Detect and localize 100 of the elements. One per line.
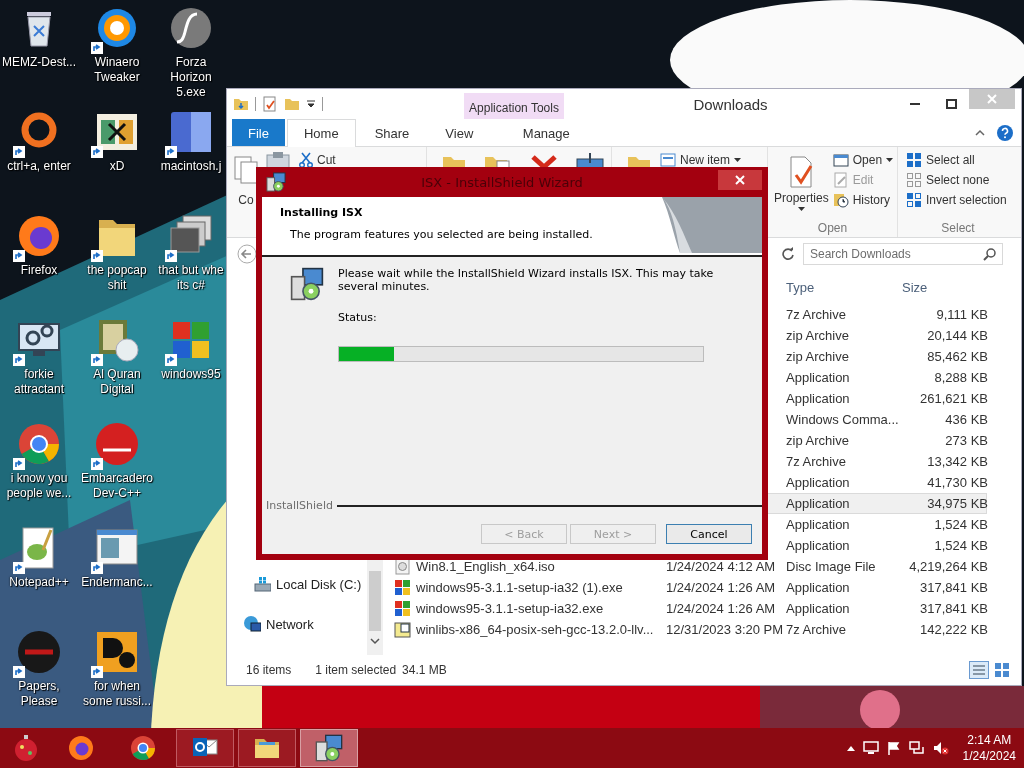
column-header[interactable]: Size (902, 279, 988, 295)
size-cell-text: 317,841 KB (919, 580, 988, 595)
icon-label[interactable]: MEMZ-Dest... (2, 55, 76, 70)
icon-label[interactable]: Forza Horizon 5.exe (156, 55, 226, 100)
ribbon-tab[interactable]: View (428, 119, 491, 146)
item-count: 16 items (246, 663, 292, 677)
taskbar-button[interactable] (176, 729, 234, 767)
windows-flag-icon (394, 579, 411, 596)
circle-icon[interactable] (93, 420, 141, 468)
type-cell-text: Application (786, 580, 851, 595)
icon-label[interactable]: Embarcadero Dev-C++ (79, 471, 155, 501)
clock[interactable]: 2:14 AM 1/24/2024 (962, 732, 1016, 764)
contextual-tab-header: Application Tools (464, 93, 564, 119)
caret-icon (797, 207, 805, 211)
speaker-muted-icon[interactable] (932, 741, 949, 755)
icon-label[interactable]: Al Quran Digital (79, 367, 155, 397)
browser-icon (129, 734, 157, 762)
size-cell-text: 41,730 KB (926, 475, 988, 490)
new-item-icon (660, 152, 676, 168)
cut-button[interactable]: Cut (297, 151, 338, 169)
ribbon-tab[interactable]: File (232, 119, 285, 146)
ribbon-tab[interactable]: Manage (496, 119, 597, 146)
type-cell-text: Application (786, 538, 851, 553)
icon-label[interactable]: forkie attractant (1, 367, 77, 397)
properties-icon[interactable] (262, 96, 278, 112)
ribbon-button[interactable]: Open (830, 151, 896, 169)
icon-label[interactable]: xD (109, 159, 125, 174)
dialog-button[interactable]: Cancel (666, 524, 752, 544)
icon-label[interactable]: macintosh.j (160, 159, 222, 174)
setup-icon (315, 734, 343, 762)
flag-icon[interactable] (886, 741, 901, 755)
refresh-icon[interactable] (781, 247, 795, 261)
dropdown-icon[interactable] (306, 99, 316, 109)
pencil-icon (832, 172, 849, 188)
icon-label[interactable]: that but whe its c# (156, 263, 226, 293)
file-row[interactable]: winlibs-x86_64-posix-seh-gcc-13.2.0-llv... 12/31/2023 3:20 PM 7z Archive 142,222 KB (393, 619, 987, 640)
type-cell-text: Application (786, 475, 851, 490)
search-icon[interactable] (983, 248, 996, 261)
column-header[interactable]: Type (786, 279, 902, 295)
taskbar-button[interactable] (300, 729, 358, 767)
network-icon[interactable] (243, 615, 261, 633)
windows-flag-icon (394, 600, 411, 617)
archive-icon (394, 621, 411, 638)
properties-button[interactable]: Properties (774, 155, 829, 211)
circle-icon[interactable] (15, 628, 63, 676)
scroll-down-icon[interactable] (370, 637, 380, 645)
ribbon-button[interactable]: Invert selection (904, 191, 1009, 209)
search-field[interactable]: Search Downloads (803, 243, 1003, 265)
drive-icon[interactable] (253, 575, 271, 593)
icon-label[interactable]: Firefox (20, 263, 58, 278)
close-icon (735, 175, 745, 185)
file-name[interactable]: winlibs-x86_64-posix-seh-gcc-13.2.0-llv... (416, 622, 666, 637)
back-icon[interactable] (237, 244, 257, 264)
icon-label[interactable]: windows95 (161, 367, 221, 382)
ornament-icon (12, 734, 40, 762)
network-icon[interactable] (908, 741, 925, 755)
globe-icon (67, 734, 95, 762)
ribbon-button[interactable]: History (830, 191, 896, 209)
icon-label[interactable]: Papers, Please (1, 679, 77, 709)
minimize-icon (910, 103, 920, 105)
type-cell-text: zip Archive (786, 328, 850, 343)
file-row[interactable]: windows95-3.1.1-setup-ia32 (1).exe 1/24/2024 1:26 AM Application 317,841 KB (393, 577, 987, 598)
ribbon-tab[interactable]: Home (286, 119, 356, 147)
size-cell-text: 261,621 KB (919, 391, 988, 406)
chevron-up-icon[interactable] (846, 745, 855, 751)
icon-label[interactable]: i know you people we... (1, 471, 77, 501)
size-cell-text: 20,144 KB (926, 328, 988, 343)
file-name[interactable]: windows95-3.1.1-setup-ia32.exe (416, 601, 666, 616)
nav-item-label[interactable]: Local Disk (C:) (276, 576, 362, 592)
large-icons-view-icon[interactable] (993, 661, 1011, 679)
type-cell-text: Application (786, 601, 851, 616)
new-item-button[interactable]: New item (658, 151, 743, 169)
date-cell-text: 1/24/2024 1:26 AM (666, 580, 777, 595)
monitor-icon[interactable] (862, 741, 879, 755)
date-cell-text: 12/31/2023 3:20 PM (666, 622, 785, 637)
selection-info: 1 item selected (315, 663, 397, 677)
icon-label[interactable]: Winaero Tweaker (79, 55, 155, 85)
file-name[interactable]: Win8.1_English_x64.iso (416, 559, 666, 574)
icon-label[interactable]: for when some russi... (79, 679, 155, 709)
size-cell-text: 142,222 KB (919, 622, 988, 637)
taskbar-button[interactable] (238, 729, 296, 767)
ribbon-button[interactable]: Select none (904, 171, 1009, 189)
setup-icon (290, 267, 324, 301)
icon-label[interactable]: Endermanc... (81, 575, 153, 590)
collapse-icon[interactable] (975, 128, 985, 137)
date-cell-text: 1/24/2024 4:12 AM (666, 559, 777, 574)
type-cell-text: 7z Archive (786, 307, 847, 322)
status-label: Status: (338, 311, 378, 324)
clock-icon (832, 192, 849, 208)
help-icon[interactable] (997, 124, 1013, 141)
file-row[interactable]: windows95-3.1.1-setup-ia32.exe 1/24/2024 1:26 AM Application 317,841 KB (393, 598, 987, 619)
close-button[interactable] (718, 170, 762, 190)
icon-label[interactable]: the popcap shit (79, 263, 155, 293)
ribbon-tab[interactable]: Share (357, 119, 427, 146)
icon-label[interactable]: ctrl+a, enter (7, 159, 71, 174)
ribbon-button[interactable]: Select all (904, 151, 1009, 169)
icon-label[interactable]: Notepad++ (9, 575, 69, 590)
brand-label: InstallShield (266, 499, 333, 512)
nav-item-label[interactable]: Network (266, 616, 314, 632)
file-name[interactable]: windows95-3.1.1-setup-ia32 (1).exe (416, 580, 666, 595)
